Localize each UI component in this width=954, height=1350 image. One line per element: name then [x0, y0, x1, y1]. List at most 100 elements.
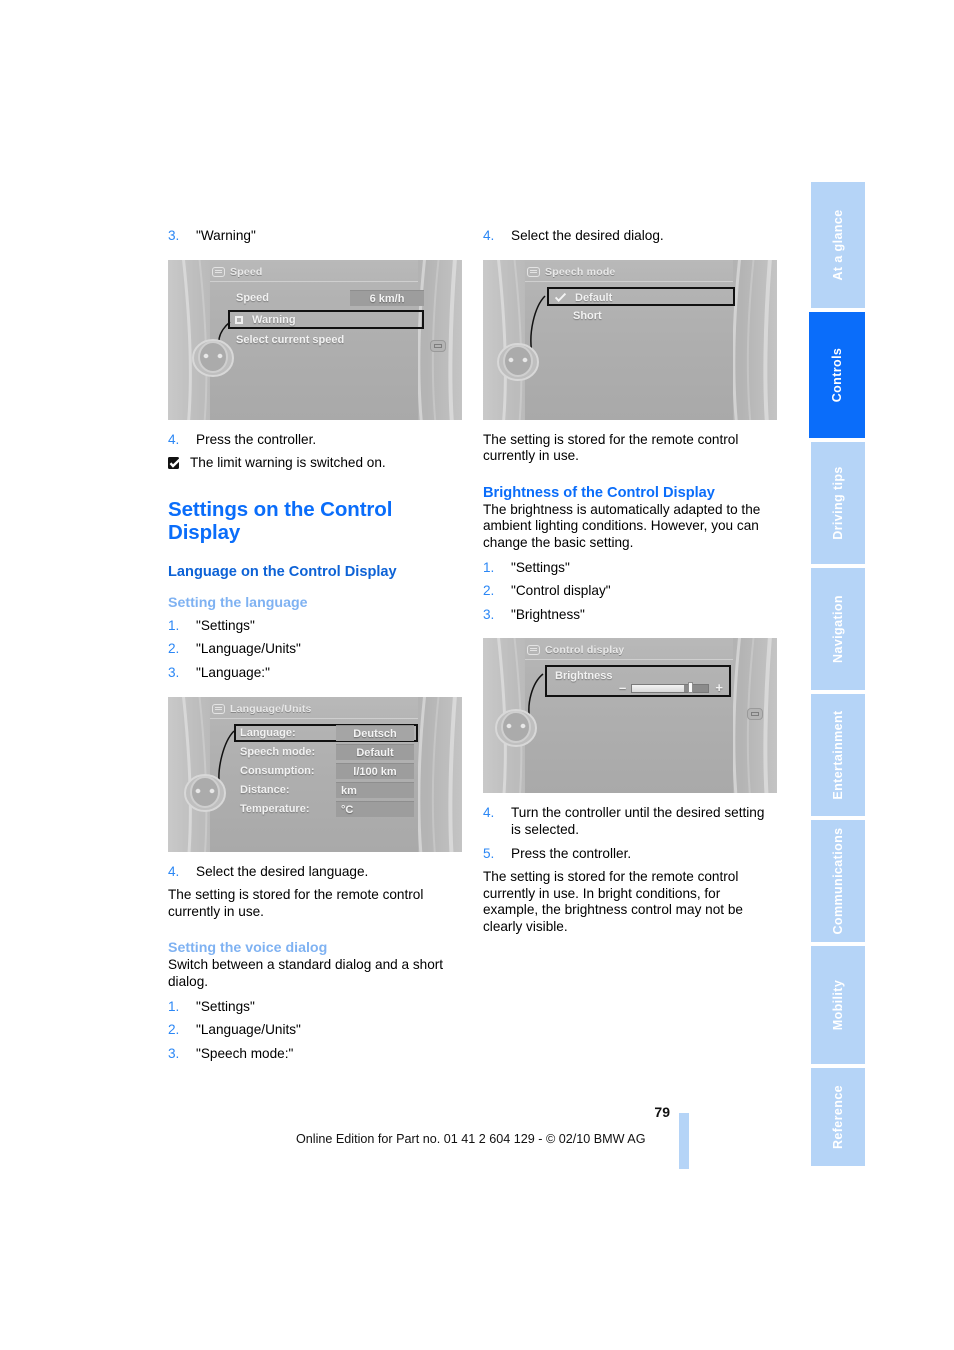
- list-item: 2. "Control display": [483, 583, 777, 600]
- warning-row-label: Warning: [252, 313, 296, 326]
- row-value-temperature[interactable]: °C: [336, 800, 414, 817]
- slider-track[interactable]: [631, 684, 709, 694]
- step-text: Press the controller.: [511, 845, 632, 861]
- sidebar-tab-at-a-glance[interactable]: At a glance: [811, 182, 865, 308]
- step-text: Press the controller.: [196, 431, 317, 447]
- menu-icon: [212, 266, 225, 277]
- screen-title: Control display: [545, 644, 625, 657]
- idrive-controller-knob[interactable]: [493, 704, 539, 750]
- screen-title: Speed: [230, 265, 263, 278]
- idrive-controller-knob[interactable]: [182, 769, 228, 815]
- sidebar-tab-driving-tips[interactable]: Driving tips: [811, 442, 865, 564]
- plus-icon[interactable]: +: [715, 681, 723, 694]
- sidebar-tab-mobility[interactable]: Mobility: [811, 946, 865, 1064]
- row-value-speech-mode[interactable]: Default: [336, 743, 414, 760]
- closing-paragraph: The setting is stored for the remote con…: [483, 869, 743, 934]
- step-number: 3.: [168, 664, 180, 680]
- screen-title: Speech mode: [545, 265, 616, 278]
- speech-option-label: Default: [575, 291, 613, 304]
- subsection-heading-setting-language: Setting the language: [168, 594, 308, 611]
- brightness-intro-text: The brightness is automatically adapted …: [483, 501, 761, 550]
- sidebar-tab-label: Controls: [830, 347, 844, 403]
- step-text: "Brightness": [511, 606, 585, 622]
- sidebar-tab-entertainment[interactable]: Entertainment: [811, 694, 865, 816]
- idrive-screenshot-speed: Speed Speed 6 km/h Warning Select curren…: [168, 259, 462, 420]
- step-number: 3.: [483, 606, 495, 622]
- idrive-controller-knob[interactable]: [495, 338, 541, 384]
- display-screen-area: Speed Speed 6 km/h Warning Select curren…: [210, 259, 424, 420]
- step-text: "Language:": [196, 664, 270, 680]
- step-text: Turn the controller until the desired se…: [511, 805, 765, 837]
- step-number: 4.: [483, 805, 495, 821]
- speed-hint-text: Select current speed: [236, 333, 345, 346]
- voice-dialog-intro: Switch between a standard dialog and a s…: [168, 957, 444, 989]
- edition-notice: Online Edition for Part no. 01 41 2 604 …: [296, 1132, 646, 1146]
- slider-fill: [632, 685, 684, 693]
- list-item: 4. Select the desired dialog.: [483, 228, 777, 245]
- sidebar-tab-label: Entertainment: [831, 710, 845, 800]
- checkmark-icon: [555, 292, 566, 302]
- slider-handle[interactable]: [687, 682, 693, 694]
- sidebar-tab-label: Mobility: [831, 979, 845, 1031]
- display-screen-area: Speech mode Default Short: [525, 259, 735, 420]
- sidebar-tab-navigation[interactable]: Navigation: [811, 568, 865, 690]
- speech-option-label[interactable]: Short: [573, 310, 602, 323]
- step-text: Select the desired language.: [196, 863, 369, 879]
- minus-icon[interactable]: –: [619, 681, 626, 694]
- manual-page: At a glance Controls Driving tips Naviga…: [0, 0, 954, 1350]
- display-screen-area: Language/Units Language: Deutsch Speech …: [210, 696, 418, 852]
- list-item: 3. "Warning": [168, 228, 462, 245]
- checkmark-note-icon: [168, 456, 184, 470]
- row-label-speech-mode: Speech mode:: [240, 745, 316, 758]
- brightness-slider[interactable]: – +: [619, 681, 723, 694]
- step-text: "Control display": [511, 583, 611, 599]
- row-value-consumption[interactable]: l/100 km: [336, 762, 414, 779]
- screen-titlebar: Language/Units: [210, 702, 418, 719]
- sidebar-tab-label: Navigation: [831, 595, 845, 663]
- step-text: "Language/Units": [196, 641, 301, 657]
- row-value-language[interactable]: Deutsch: [336, 724, 414, 741]
- step-number: 2.: [483, 583, 495, 599]
- list-item: 2. "Language/Units": [168, 641, 462, 658]
- speech-default-row-highlight[interactable]: Default: [547, 286, 735, 306]
- page-footer: 79 Online Edition for Part no. 01 41 2 6…: [0, 1104, 954, 1174]
- step-number: 4.: [168, 431, 180, 447]
- list-item: 4. Turn the controller until the desired…: [483, 805, 777, 838]
- row-label-consumption: Consumption:: [240, 764, 315, 777]
- display-screen-area: Control display Brightness – +: [525, 638, 733, 794]
- step-text: "Language/Units": [196, 1022, 301, 1038]
- section-heading-language: Language on the Control Display: [168, 563, 397, 580]
- step-text: "Speech mode:": [196, 1045, 294, 1061]
- brightness-row-highlight[interactable]: Brightness – +: [545, 665, 731, 698]
- row-value-distance[interactable]: km: [336, 781, 414, 798]
- screen-titlebar: Control display: [525, 643, 733, 661]
- row-label-distance: Distance:: [240, 783, 290, 796]
- display-side-button[interactable]: [747, 708, 763, 721]
- display-side-button[interactable]: [430, 339, 446, 352]
- list-item: 4. Select the desired language.: [168, 864, 462, 881]
- chapter-tab-strip: At a glance Controls Driving tips Naviga…: [809, 182, 865, 1166]
- idrive-screenshot-speech-mode: Speech mode Default Short: [483, 259, 777, 420]
- screen-titlebar: Speed: [210, 265, 418, 282]
- list-item: 4. Press the controller.: [168, 432, 462, 449]
- list-item: 1. "Settings": [168, 999, 462, 1016]
- checkbox-icon[interactable]: [235, 315, 243, 324]
- menu-icon: [527, 266, 540, 277]
- menu-icon: [212, 703, 225, 714]
- step-number: 2.: [168, 641, 180, 657]
- idrive-controller-knob[interactable]: [190, 334, 236, 380]
- warning-row-highlight[interactable]: Warning: [228, 309, 424, 329]
- step-number: 1.: [168, 617, 180, 633]
- list-item: 1. "Settings": [483, 560, 777, 577]
- row-label-language: Language:: [240, 726, 296, 739]
- list-item: 3. "Speech mode:": [168, 1046, 462, 1063]
- step-text: "Settings": [196, 617, 255, 633]
- sidebar-tab-communications[interactable]: Communications: [811, 820, 865, 942]
- step-number: 5.: [483, 845, 495, 861]
- section-heading-brightness: Brightness of the Control Display: [483, 484, 715, 501]
- sidebar-tab-controls[interactable]: Controls: [809, 312, 865, 438]
- idrive-screenshot-control-display: Control display Brightness – +: [483, 638, 777, 794]
- menu-icon: [527, 645, 540, 656]
- speed-value-box[interactable]: 6 km/h: [350, 289, 424, 306]
- sidebar-tab-label: Driving tips: [831, 466, 845, 540]
